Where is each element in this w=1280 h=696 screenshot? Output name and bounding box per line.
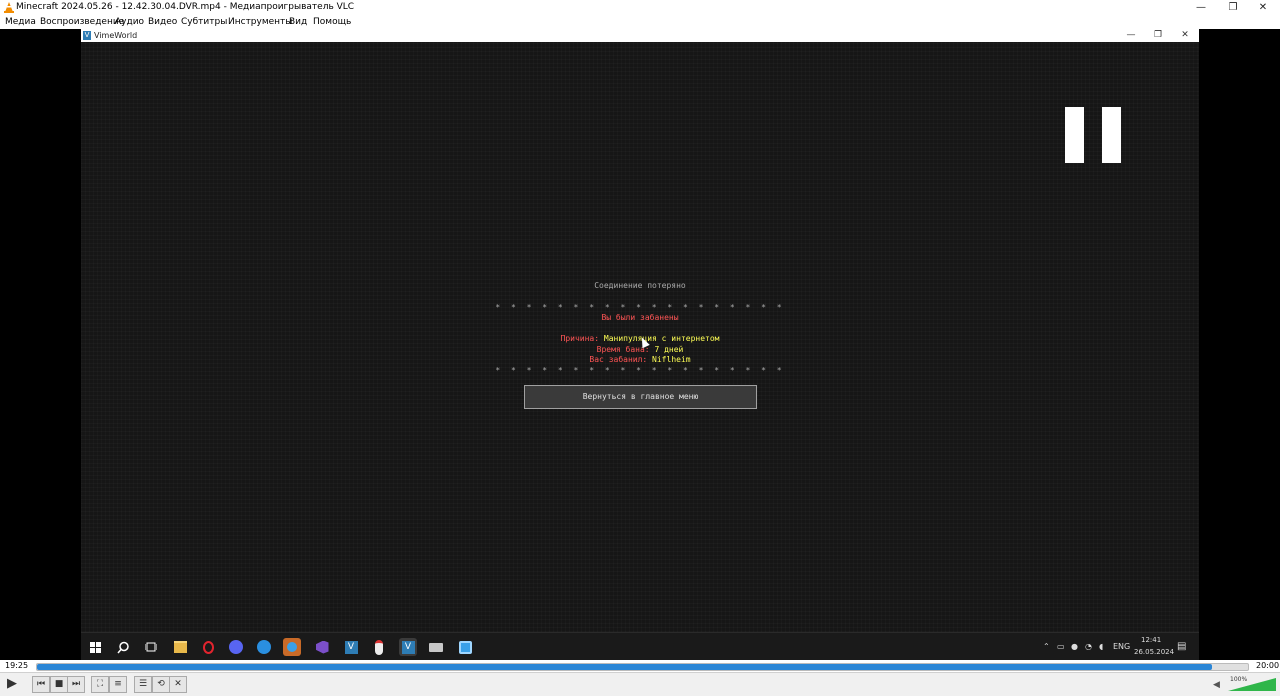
window-title: Minecraft 2024.05.26 - 12.42.30.04.DVR.m… [16,2,355,12]
tray-clock-date: 26.05.2024 [1134,648,1175,656]
vw-close-button: ✕ [1181,30,1189,40]
stars-divider-top: * * * * * * * * * * * * * * * * * * * [495,303,785,312]
browser-icon [255,638,273,656]
vw-maximize-button: ❐ [1153,30,1163,40]
vlc-cone-icon [4,2,14,13]
menu-tools[interactable]: Инструменты [228,17,292,27]
time-value: 7 дней [654,345,684,354]
tray-volume-icon: ◖ [1099,642,1104,651]
menu-view[interactable]: Вид [289,17,307,27]
banned-by-row: Вас забанил: Niflheim [81,355,1199,364]
pause-overlay-bar-right [1102,107,1121,163]
banned-title: Вы были забанены [601,313,679,322]
close-button[interactable]: ✕ [1248,0,1278,15]
tray-language: ENG [1113,642,1131,651]
ban-time-row: Время бана: 7 дней [81,345,1199,354]
fullscreen-button[interactable]: ⛶ [91,676,109,693]
play-button[interactable]: ▶ [4,676,20,691]
banned-by-label: Вас забанил: [589,355,648,364]
visual-studio-icon [313,638,331,656]
stars-divider-bottom: * * * * * * * * * * * * * * * * * * * [495,366,785,375]
game-screen: Соединение потеряно * * * * * * * * * * … [81,42,1199,632]
stop-button[interactable]: ■ [50,676,68,693]
previous-button[interactable]: ⏮ [32,676,50,693]
vimeworld-active-icon: V [399,638,417,656]
mouse-app-icon [370,638,388,656]
playlist-button[interactable]: ☰ [134,676,152,693]
connection-lost-heading: Соединение потеряно [594,281,686,290]
discord-icon [227,638,245,656]
loop-button[interactable]: ⟲ [152,676,170,693]
restore-button[interactable]: ❐ [1218,0,1248,15]
menu-help[interactable]: Помощь [313,17,351,27]
tray-network-icon: ▭ [1057,642,1065,651]
menu-playback[interactable]: Воспроизведение [40,17,124,27]
start-icon [86,638,104,656]
vimeworld-title: VimeWorld [94,31,138,40]
current-time: 19:25 [5,661,29,670]
vimeworld-icon: V [342,638,360,656]
extended-settings-button[interactable]: ≡ [109,676,127,693]
vw-minimize-button: — [1126,30,1136,40]
task-view-icon [142,638,160,656]
video-frame[interactable]: V VimeWorld — ❐ ✕ Соединение потеряно * … [0,29,1280,660]
search-icon [114,638,132,656]
tray-wifi-icon: ◔ [1085,642,1092,651]
app-icon [283,638,301,656]
vimeworld-title-bar: V VimeWorld — ❐ ✕ [81,29,1199,42]
back-to-main-menu-button[interactable]: Вернуться в главное меню [524,385,757,409]
explorer-icon [171,638,189,656]
tray-chevron-icon: ⌃ [1043,642,1050,651]
vlc-title-bar: Minecraft 2024.05.26 - 12.42.30.04.DVR.m… [0,0,1280,15]
menu-bar: Медиа Воспроизведение Аудио Видео Субтит… [0,15,1280,29]
shuffle-button[interactable]: ✕ [169,676,187,693]
tray-mic-icon: ● [1071,642,1078,651]
vimeworld-logo-icon: V [83,31,91,40]
menu-audio[interactable]: Аудио [115,17,144,27]
tray-clock-time: 12:41 [1141,636,1162,644]
notifications-icon: ▤ [1177,641,1187,652]
speaker-icon[interactable]: ◀ [1213,680,1220,690]
opera-icon [199,638,217,656]
banned-by-value: Niflheim [652,355,691,364]
menu-video[interactable]: Видео [148,17,177,27]
total-time: 20:00 [1256,661,1280,670]
minimize-button[interactable]: — [1186,0,1216,15]
camera-icon [456,638,474,656]
seek-bar[interactable] [36,663,1249,671]
volume-percent: 100% [1230,676,1248,683]
reason-value: Манипуляция с интернетом [603,334,720,343]
menu-media[interactable]: Медиа [5,17,36,27]
next-button[interactable]: ⏭ [67,676,85,693]
menu-subtitles[interactable]: Субтитры [181,17,227,27]
control-bar: ▶ ⏮ ■ ⏭ ⛶ ≡ ☰ ⟲ ✕ [0,672,1280,696]
pause-overlay-bar-left [1065,107,1084,163]
vimeworld-window: V VimeWorld — ❐ ✕ Соединение потеряно * … [81,29,1199,660]
printer-icon [427,638,445,656]
reason-label: Причина: [560,334,600,343]
seek-bar-progress [37,664,1212,670]
windows-taskbar: V V ⌃ ▭ ● ◔ ◖ ENG 12:41 26.05.2024 ▤ [81,632,1199,660]
